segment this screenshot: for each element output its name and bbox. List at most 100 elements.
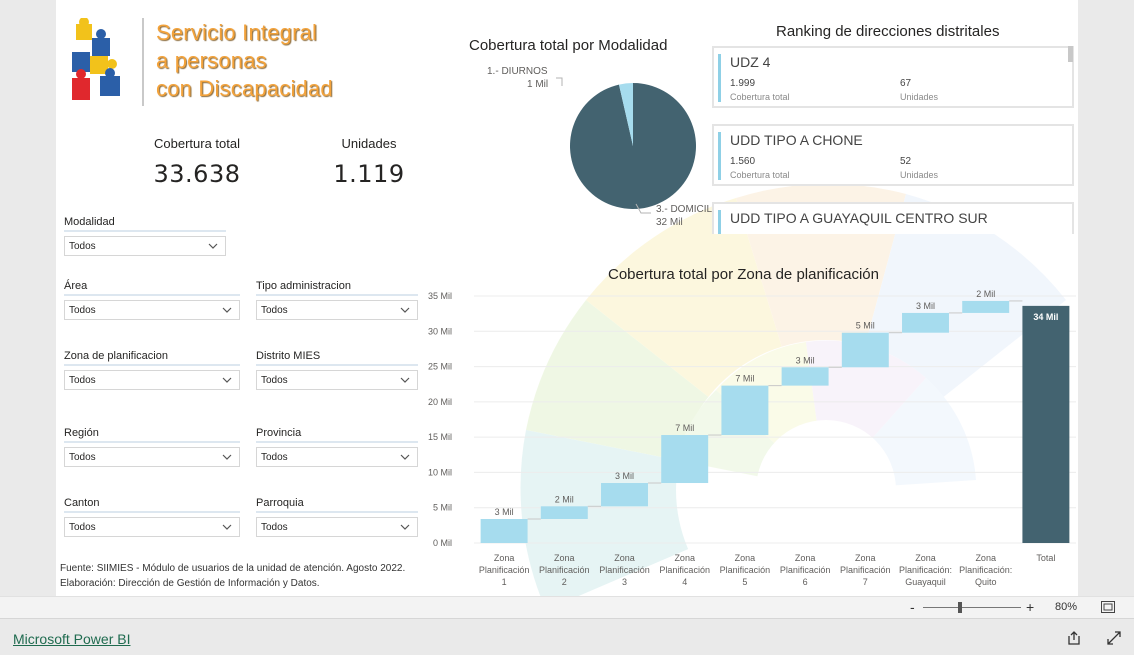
- share-icon[interactable]: [1066, 630, 1082, 646]
- slicer-dropdown-provincia[interactable]: Todos: [256, 447, 418, 467]
- x-tick-label: Planificación:: [899, 565, 952, 575]
- ranking-card-unidades-label: Unidades: [900, 92, 939, 102]
- slicer-zona-planificacion: Zona de planificacion Todos: [64, 350, 240, 390]
- slicer-dropdown-region[interactable]: Todos: [64, 447, 240, 467]
- sis-logo: Servicio Integral a personas con Discapa…: [70, 18, 360, 110]
- slicer-dropdown-area[interactable]: Todos: [64, 300, 240, 320]
- chevron-down-icon: [400, 524, 410, 530]
- slicer-provincia: Provincia Todos: [256, 427, 418, 467]
- slicer-value: Todos: [261, 452, 288, 463]
- slicer-tipo-administracion: Tipo administracion Todos: [256, 280, 418, 320]
- waterfall-bar: [781, 367, 829, 386]
- ranking-card[interactable]: UDD TIPO A CHONE 1.560 Cobertura total 5…: [712, 124, 1074, 186]
- x-tick-label: Planificación: [599, 565, 650, 575]
- x-tick-label: Planificación: [720, 565, 771, 575]
- x-tick-label: Zona: [915, 553, 936, 563]
- x-tick-label: Zona: [614, 553, 635, 563]
- fit-to-page-icon[interactable]: [1101, 601, 1115, 613]
- kpi-label: Cobertura total: [154, 136, 240, 151]
- slicer-label: Distrito MIES: [256, 350, 418, 366]
- zoom-in-button[interactable]: +: [1026, 599, 1034, 615]
- waterfall-data-label: 34 Mil: [1033, 312, 1058, 322]
- report-page: Servicio Integral a personas con Discapa…: [56, 0, 1078, 596]
- pie-chart-title: Cobertura total por Modalidad: [469, 37, 668, 54]
- slicer-value: Todos: [261, 375, 288, 386]
- chevron-down-icon: [400, 307, 410, 313]
- waterfall-data-label: 3 Mil: [495, 507, 514, 517]
- pie-label-diurnos-name: 1.- DIURNOS: [487, 66, 548, 77]
- x-tick-label: Zona: [795, 553, 816, 563]
- slicer-dropdown-canton[interactable]: Todos: [64, 517, 240, 537]
- waterfall-chart: 0 Mil5 Mil10 Mil15 Mil20 Mil25 Mil30 Mil…: [428, 289, 1076, 587]
- zoom-out-button[interactable]: -: [910, 599, 915, 615]
- zoom-slider-track[interactable]: [923, 607, 1021, 608]
- ranking-card-unidades: 67: [900, 78, 912, 89]
- waterfall-bar: [661, 435, 709, 484]
- slicer-dropdown-distrito-mies[interactable]: Todos: [256, 370, 418, 390]
- x-tick-label: Total: [1036, 553, 1055, 563]
- ranking-card-accent: [718, 210, 721, 234]
- x-tick-label: Quito: [975, 577, 997, 587]
- slicer-label: Provincia: [256, 427, 418, 443]
- slicer-canton: Canton Todos: [64, 497, 240, 537]
- slicer-label: Parroquia: [256, 497, 418, 513]
- pie-label-diurnos-value: 1 Mil: [527, 79, 548, 90]
- ranking-card-unidades: 52: [900, 156, 912, 167]
- ranking-card[interactable]: UDD TIPO A GUAYAQUIL CENTRO SUR: [712, 202, 1074, 234]
- fullscreen-icon[interactable]: [1106, 630, 1122, 646]
- x-tick-label: Planificación: [780, 565, 831, 575]
- puzzle-people-logo-icon: [72, 18, 120, 100]
- kpi-value: 33.638: [153, 160, 241, 188]
- waterfall-bar: [902, 312, 949, 333]
- ranking-card-name: UDD TIPO A GUAYAQUIL CENTRO SUR: [730, 210, 988, 226]
- zoom-level: 80%: [1055, 601, 1078, 613]
- y-tick-label: 35 Mil: [428, 291, 452, 301]
- report-canvas: Servicio Integral a personas con Discapa…: [0, 0, 1134, 596]
- slicer-parroquia: Parroquia Todos: [256, 497, 418, 537]
- y-tick-label: 15 Mil: [428, 432, 452, 442]
- ranking-card-unidades-label: Unidades: [900, 170, 939, 180]
- zoom-bar: - + 80%: [0, 596, 1134, 618]
- slicer-region: Región Todos: [64, 427, 240, 467]
- x-tick-label: Planificación: [840, 565, 891, 575]
- x-tick-label: 7: [863, 577, 868, 587]
- chevron-down-icon: [400, 377, 410, 383]
- x-tick-label: Planificación: [659, 565, 710, 575]
- slicer-dropdown-zona-planificacion[interactable]: Todos: [64, 370, 240, 390]
- ranking-card-accent: [718, 132, 721, 180]
- pie-label-domiciliaria-name: 3.- DOMICILI...: [656, 204, 716, 215]
- x-tick-label: Planificación: [479, 565, 530, 575]
- slicer-value: Todos: [69, 305, 96, 316]
- ranking-card[interactable]: UDZ 4 1.999 Cobertura total 67 Unidades: [712, 46, 1074, 108]
- pie-leader-line-diurnos: [556, 77, 563, 86]
- ranking-scrollbar[interactable]: [1068, 46, 1073, 62]
- waterfall-data-label: 7 Mil: [735, 374, 754, 384]
- ranking-card-cobertura: 1.560: [730, 156, 756, 167]
- slicer-dropdown-tipo-administracion[interactable]: Todos: [256, 300, 418, 320]
- x-tick-label: 1: [502, 577, 507, 587]
- x-tick-label: 3: [622, 577, 627, 587]
- powerbi-link[interactable]: Microsoft Power BI: [13, 631, 130, 647]
- waterfall-data-label: 3 Mil: [916, 301, 935, 311]
- y-tick-label: 0 Mil: [433, 538, 452, 548]
- ranking-card-cobertura-label: Cobertura total: [730, 92, 790, 102]
- logo-text-line-2: a personas: [156, 48, 267, 73]
- slicer-dropdown-parroquia[interactable]: Todos: [256, 517, 418, 537]
- waterfall-data-label: 2 Mil: [555, 494, 574, 504]
- waterfall-data-label: 7 Mil: [675, 423, 694, 433]
- footnote-source: Fuente: SIIMIES - Módulo de usuarios de …: [60, 563, 406, 574]
- slicer-value: Todos: [69, 375, 96, 386]
- slicer-dropdown-modalidad[interactable]: Todos: [64, 236, 226, 256]
- zoom-slider-thumb[interactable]: [958, 602, 962, 613]
- ranking-card-name: UDZ 4: [730, 54, 771, 70]
- x-tick-label: Zona: [494, 553, 515, 563]
- chevron-down-icon: [222, 524, 232, 530]
- kpi-label: Unidades: [341, 136, 397, 151]
- x-tick-label: 5: [742, 577, 747, 587]
- chevron-down-icon: [222, 377, 232, 383]
- slicer-value: Todos: [69, 522, 96, 533]
- chevron-down-icon: [208, 243, 218, 249]
- ranking-list[interactable]: UDZ 4 1.999 Cobertura total 67 Unidades …: [712, 44, 1076, 234]
- x-tick-label: Zona: [674, 553, 695, 563]
- slicer-label: Región: [64, 427, 240, 443]
